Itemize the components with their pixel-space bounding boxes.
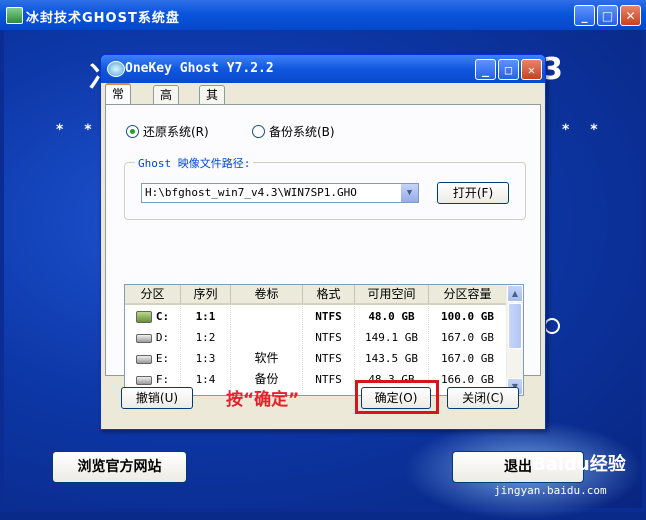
drive-letter: E: [155, 352, 170, 365]
seq-cell: 1:2 [181, 327, 231, 348]
close-icon[interactable]: ✕ [620, 5, 641, 26]
column-header[interactable]: 分区容量 [429, 285, 507, 303]
size-cell: 167.0 GB [429, 327, 507, 348]
dialog-titlebar[interactable]: OneKey Ghost Y7.2.2 _ □ ✕ [101, 55, 545, 83]
size-cell: 167.0 GB [429, 348, 507, 369]
watermark-logo: Baidu经验 [532, 454, 626, 475]
open-file-button[interactable]: 打开(F) [437, 182, 509, 204]
column-header[interactable]: 序列 [181, 285, 231, 303]
free-cell: 143.5 GB [355, 348, 429, 369]
fs-cell: NTFS [303, 327, 355, 348]
restore-radio-label: 还原系统(R) [143, 125, 209, 139]
image-path-value: H:\bfghost_win7_v4.3\WIN7SP1.GHO [145, 186, 357, 199]
label-cell: 软件 [231, 348, 303, 369]
radio-unchecked-icon [252, 125, 265, 138]
outer-window-title: 冰封技术GHOST系统盘 [26, 11, 180, 26]
close-button[interactable]: 关闭(C) [447, 387, 519, 409]
drive-letter: F: [155, 373, 170, 386]
fs-cell: NTFS [303, 306, 355, 327]
image-path-legend: Ghost 映像文件路径: [135, 155, 254, 171]
deco-stars-right: * * [562, 122, 606, 138]
seq-cell: 1:3 [181, 348, 231, 369]
free-cell: 149.1 GB [355, 327, 429, 348]
size-cell: 100.0 GB [429, 306, 507, 327]
scroll-thumb[interactable] [508, 303, 522, 349]
column-header[interactable]: 可用空间 [355, 285, 429, 303]
column-header[interactable]: 格式 [303, 285, 355, 303]
label-cell [231, 327, 303, 348]
outer-window: 冰封技术GHOST系统盘 _ □ ✕ 冫 3 * * * * 浏览官方网站 退出… [0, 0, 646, 520]
dialog-minimize-icon[interactable]: _ [475, 59, 496, 80]
tab-panel-general: 还原系统(R) 备份系统(B) Ghost 映像文件路径: H:\bfghost… [105, 104, 541, 396]
column-header[interactable]: 分区 [125, 285, 181, 303]
partition-table-header: 分区 序列 卷标 格式 可用空间 分区容量 [125, 285, 507, 305]
column-header[interactable]: 卷标 [231, 285, 303, 303]
deco-stars-left: * * [56, 122, 100, 138]
maximize-icon[interactable]: □ [597, 5, 618, 26]
fs-cell: NTFS [303, 348, 355, 369]
ghost-icon [107, 61, 125, 77]
hard-drive-icon [135, 333, 152, 343]
drive-letter: D: [155, 331, 170, 344]
seq-cell: 1:1 [181, 306, 231, 327]
backup-radio-label: 备份系统(B) [269, 125, 335, 139]
image-path-combobox[interactable]: H:\bfghost_win7_v4.3\WIN7SP1.GHO ▼ [141, 183, 419, 203]
app-icon [6, 7, 23, 24]
instruction-hint: 按“确定” [226, 390, 300, 410]
hard-drive-icon [135, 354, 152, 364]
ok-highlight-box [355, 380, 439, 414]
table-row[interactable]: C: 1:1 NTFS 48.0 GB 100.0 GB [125, 306, 507, 327]
scroll-up-icon[interactable]: ▲ [507, 285, 523, 302]
table-scrollbar[interactable]: ▲ ▼ [506, 285, 523, 395]
onekey-ghost-dialog: OneKey Ghost Y7.2.2 _ □ ✕ 常规 高级 其他 还原系统(… [100, 54, 546, 430]
dialog-maximize-icon[interactable]: □ [498, 59, 519, 80]
table-row[interactable]: E: 1:3 软件 NTFS 143.5 GB 167.0 GB [125, 348, 507, 369]
watermark-url: jingyan.baidu.com [494, 484, 607, 497]
browse-site-button[interactable]: 浏览官方网站 [52, 451, 187, 483]
drive-cell: C: [125, 306, 181, 327]
system-drive-icon [135, 311, 152, 323]
chevron-down-icon[interactable]: ▼ [400, 184, 418, 202]
partition-table: 分区 序列 卷标 格式 可用空间 分区容量 C: 1:1 NTFS 48.0 G… [124, 284, 524, 396]
tab-other[interactable]: 其他 [199, 85, 226, 120]
dialog-close-icon[interactable]: ✕ [521, 59, 542, 80]
table-row[interactable]: D: 1:2 NTFS 149.1 GB 167.0 GB [125, 327, 507, 348]
drive-cell: E: [125, 348, 181, 369]
radio-checked-icon [126, 125, 139, 138]
label-cell [231, 306, 303, 327]
restore-radio[interactable]: 还原系统(R) [126, 123, 209, 140]
minimize-icon[interactable]: _ [574, 5, 595, 26]
tab-advanced[interactable]: 高级 [153, 85, 180, 120]
hard-drive-icon [135, 375, 152, 385]
free-cell: 48.0 GB [355, 306, 429, 327]
image-path-group: Ghost 映像文件路径: H:\bfghost_win7_v4.3\WIN7S… [124, 155, 526, 220]
backup-radio[interactable]: 备份系统(B) [252, 123, 335, 140]
outer-titlebar[interactable]: 冰封技术GHOST系统盘 _ □ ✕ [0, 0, 646, 30]
cancel-button[interactable]: 撤销(U) [121, 387, 193, 409]
drive-cell: D: [125, 327, 181, 348]
deco-ring [544, 318, 560, 334]
dialog-title: OneKey Ghost Y7.2.2 [125, 61, 274, 76]
drive-letter: C: [155, 310, 170, 323]
fs-cell: NTFS [303, 369, 355, 390]
